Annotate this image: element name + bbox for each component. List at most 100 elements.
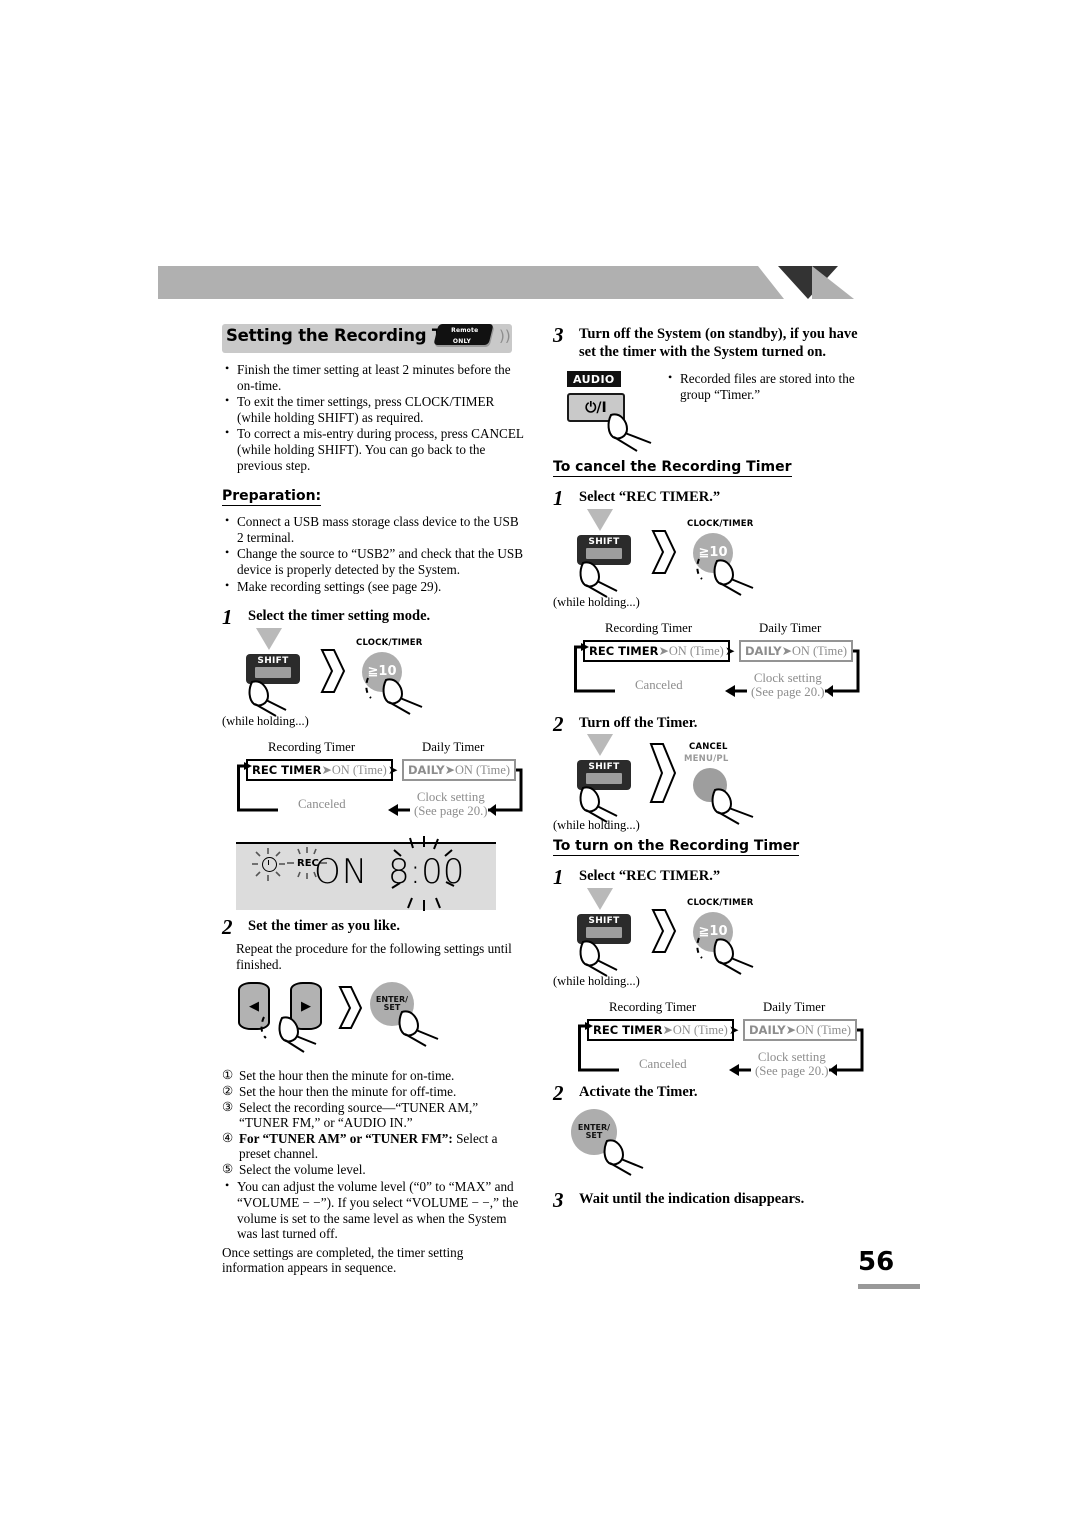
header-band xyxy=(158,266,758,299)
step-number: 1 xyxy=(222,605,233,630)
while-holding-note: (while holding...) xyxy=(553,594,640,609)
lcd-on-text: ON xyxy=(314,851,369,892)
list-item: ③ Select the recording source—“TUNER AM,”… xyxy=(222,1099,479,1131)
clock-timer-caption: CLOCK/TIMER xyxy=(687,518,754,529)
section-title-block: Setting the Recording Timer Remote ONLY … xyxy=(222,322,525,356)
closing-note: Once settings are completed, the timer s… xyxy=(222,1244,464,1276)
turnon-step-1: 1 Select “REC TIMER.” xyxy=(553,865,873,889)
shift-button-label: SHIFT xyxy=(257,655,289,666)
preparation-bullet-list: Connect a USB mass storage class device … xyxy=(222,513,525,594)
step-number: 1 xyxy=(553,486,564,510)
clock-timer-caption: CLOCK/TIMER xyxy=(687,897,754,908)
step-text: Activate the Timer. xyxy=(579,1083,698,1100)
proceed-arrow-icon xyxy=(651,908,677,953)
lcd-panel: REC ON 8:00 xyxy=(236,835,496,911)
pointing-hand-icon xyxy=(579,939,618,977)
page-number-rule xyxy=(858,1284,920,1289)
turnon-step1-diagram: SHIFT CLOCK/TIMER ≧10 (while holding...) xyxy=(553,887,873,992)
volume-note-list: You can adjust the volume level (“0” to … xyxy=(222,1178,525,1241)
flow-connector-lines xyxy=(578,1021,864,1076)
turnon-step1-flowchart: Recording Timer Daily Timer REC TIMER➤ON… xyxy=(578,1000,873,1084)
pointing-hand-icon xyxy=(696,558,754,596)
while-holding-note: (while holding...) xyxy=(553,818,640,832)
step1-flowchart: Recording Timer Daily Timer REC TIMER➤ON… xyxy=(237,740,525,832)
proceed-arrow-icon xyxy=(649,743,677,803)
step-text: Select “REC TIMER.” xyxy=(579,489,721,505)
list-item: Connect a USB mass storage class device … xyxy=(222,513,525,545)
substep-list: ① Set the hour then the minute for on-tim… xyxy=(222,1068,525,1177)
cancel-step-2: 2 Turn off the Timer. xyxy=(553,712,873,736)
menu-pl-caption: MENU/PL xyxy=(684,754,729,764)
step-2: 2 Set the timer as you like. xyxy=(222,915,525,939)
step-text: Turn off the Timer. xyxy=(579,714,698,731)
proceed-arrow-icon xyxy=(338,986,363,1030)
shift-button-label: SHIFT xyxy=(588,536,620,547)
repeat-note: Repeat the procedure for the following s… xyxy=(236,941,512,972)
shift-button-label: SHIFT xyxy=(588,762,620,772)
step-number: 3 xyxy=(553,1188,564,1212)
right-column: 3 Turn off the System (on standby), if y… xyxy=(553,323,873,1212)
cancel-caption: CANCEL xyxy=(689,742,728,752)
step-1: 1 Select the timer setting mode. xyxy=(222,605,525,629)
list-item: Change the source to “USB2” and check th… xyxy=(222,545,525,577)
remote-badge-line2: ONLY xyxy=(452,338,472,345)
intro-bullet-list: Finish the timer setting at least 2 minu… xyxy=(222,361,525,473)
recorded-files-note: Recorded files are stored into the group… xyxy=(665,370,865,403)
pointing-hand-icon xyxy=(365,677,423,715)
remote-badge-line1: Remote xyxy=(451,327,479,334)
step-text: Wait until the indication disappears. xyxy=(579,1191,805,1207)
down-arrow-icon xyxy=(587,887,613,910)
pointing-hand-icon xyxy=(579,786,618,823)
manual-page: Setting the Recording Timer Remote ONLY … xyxy=(0,0,1080,1528)
list-item: You can adjust the volume level (“0” to … xyxy=(222,1178,525,1241)
proceed-arrow-icon xyxy=(651,529,677,574)
turnon-step-2: 2 Activate the Timer. xyxy=(553,1081,873,1105)
while-holding-note: (while holding...) xyxy=(222,713,309,728)
pointing-hand-icon xyxy=(248,680,287,717)
remote-only-badge: Remote ONLY xyxy=(433,324,494,345)
list-item: To correct a mis-entry during process, p… xyxy=(222,425,525,473)
while-holding-note: (while holding...) xyxy=(553,973,640,988)
pointing-hand-icon xyxy=(398,1010,439,1048)
step-number: 2 xyxy=(553,711,564,736)
list-item: ② Set the hour then the minute for off-ti… xyxy=(222,1083,457,1099)
lcd-display: REC ON 8:00 xyxy=(222,835,525,914)
page-number: 56 xyxy=(858,1247,895,1277)
list-item: Recorded files are stored into the group… xyxy=(665,370,865,402)
turnon-enter-diagram: ENTER/SET xyxy=(565,1109,873,1185)
left-column: Setting the Recording Timer Remote ONLY … xyxy=(222,322,525,1276)
cancel-step-1: 1 Select “REC TIMER.” xyxy=(553,486,873,510)
clock-icon-flash-rays xyxy=(252,847,285,881)
cancel-step1-diagram: SHIFT CLOCK/TIMER ≧10 (while holding...) xyxy=(553,508,873,613)
cancel-step2-diagram: SHIFT CANCEL MENU/PL (while holding...) xyxy=(553,734,873,836)
list-item: ① Set the hour then the minute for on-tim… xyxy=(222,1068,455,1084)
down-arrow-icon xyxy=(587,508,613,531)
flow-connector-lines xyxy=(574,642,860,697)
step2-button-diagram: ◀ ▶ ENTER/SET xyxy=(234,978,525,1062)
right-arrow-icon: ▶ xyxy=(301,998,311,1014)
list-item: To exit the timer settings, press CLOCK/… xyxy=(222,393,525,425)
time-flash-rays xyxy=(391,835,455,911)
header-triangle-right xyxy=(812,266,854,299)
signal-wave-icon: )) xyxy=(499,327,511,345)
list-item: ④ For “TUNER AM” or “TUNER FM”: Select a … xyxy=(222,1130,498,1162)
step-number: 2 xyxy=(222,914,233,939)
down-arrow-icon xyxy=(256,627,282,650)
step-number: 2 xyxy=(553,1080,564,1105)
shift-button-label: SHIFT xyxy=(588,915,620,926)
pointing-hand-icon xyxy=(696,937,754,975)
audio-label: AUDIO xyxy=(567,371,621,387)
pointing-hand-icon xyxy=(607,413,652,452)
step-number: 1 xyxy=(553,865,564,889)
preparation-heading: Preparation: xyxy=(222,488,322,507)
clock-timer-caption: CLOCK/TIMER xyxy=(356,637,423,648)
left-arrow-icon: ◀ xyxy=(249,998,259,1014)
step-text: Select “REC TIMER.” xyxy=(579,868,721,884)
step-3: 3 Turn off the System (on standby), if y… xyxy=(553,323,873,361)
proceed-arrow-icon xyxy=(320,648,346,693)
step-text: Set the timer as you like. xyxy=(248,917,400,934)
pointing-hand-icon xyxy=(579,560,618,598)
step-text: Turn off the System (on standby), if you… xyxy=(579,326,858,360)
step-number: 3 xyxy=(553,323,564,347)
flow-connector-lines xyxy=(237,761,523,816)
